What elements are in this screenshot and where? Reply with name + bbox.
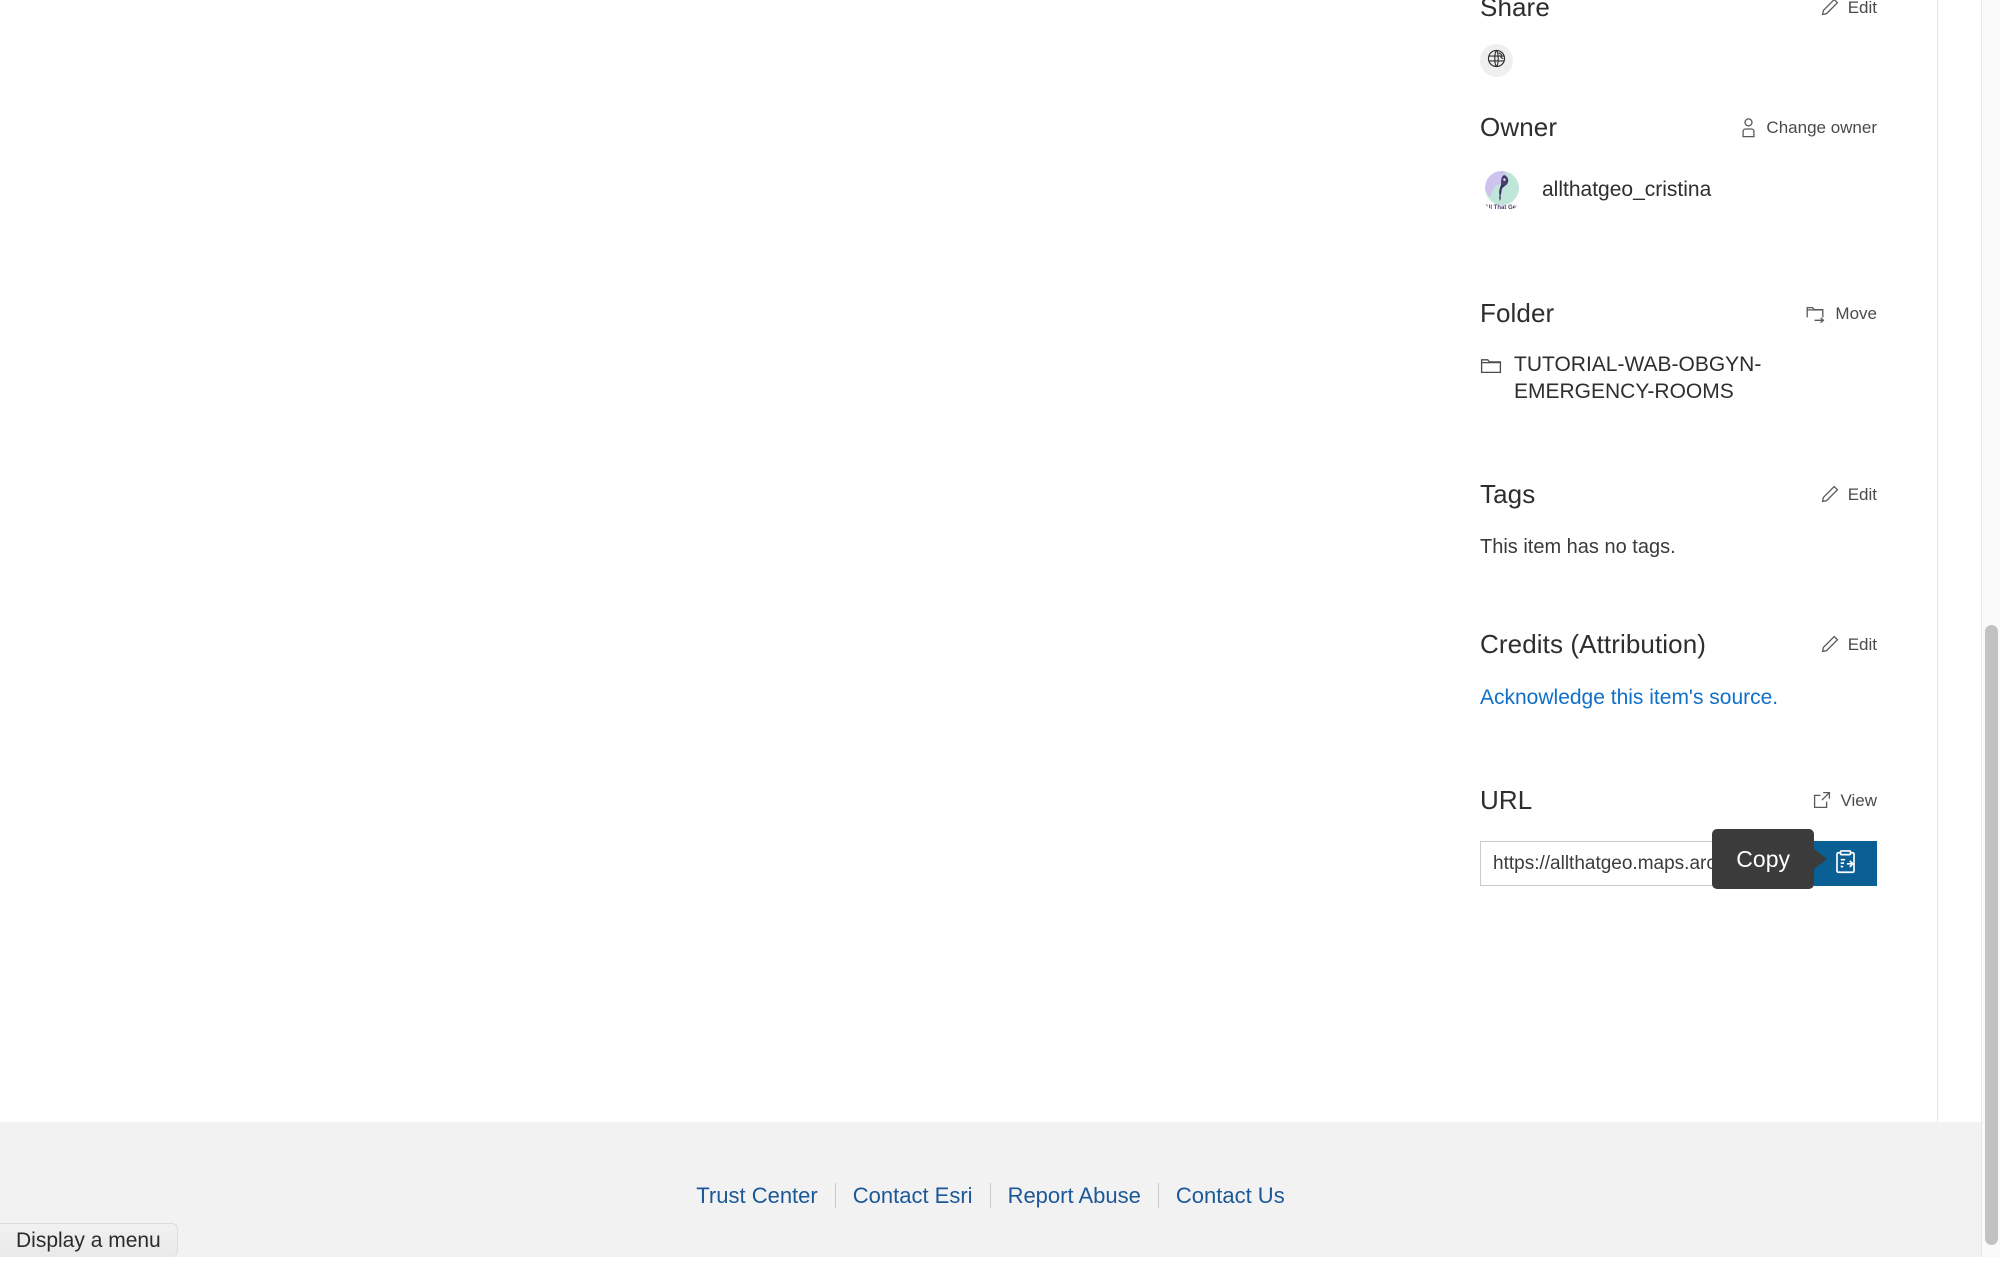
view-url-label: View (1840, 792, 1877, 809)
credits-section: Credits (Attribution) Edit Acknowledge t… (1480, 627, 1877, 713)
acknowledge-source-link[interactable]: Acknowledge this item's source. (1480, 686, 1778, 709)
footer-links: Trust Center Contact Esri Report Abuse C… (679, 1183, 1301, 1209)
tags-header: Tags Edit (1480, 477, 1877, 511)
pencil-icon (1820, 0, 1840, 17)
share-title: Share (1480, 0, 1550, 24)
owner-row[interactable]: All That Geo allthatgeo_cristina (1480, 168, 1877, 212)
main-content-area (0, 0, 1460, 1122)
page-footer: Trust Center Contact Esri Report Abuse C… (0, 1122, 1981, 1269)
folder-title: Folder (1480, 296, 1554, 330)
folder-move-icon (1805, 303, 1827, 323)
move-folder-button[interactable]: Move (1805, 303, 1877, 323)
footer-link-contact-us[interactable]: Contact Us (1159, 1183, 1302, 1209)
share-edit-label: Edit (1848, 0, 1877, 16)
item-details-side-panel: Share Edit (1460, 0, 1937, 1122)
pencil-icon (1820, 634, 1840, 654)
viewport-bottom-strip (0, 1257, 2000, 1269)
url-section: URL View (1480, 783, 1877, 886)
url-title: URL (1480, 783, 1532, 817)
owner-title: Owner (1480, 110, 1557, 144)
svg-text:All That Geo: All That Geo (1484, 205, 1520, 211)
folder-section: Folder Move (1480, 296, 1877, 406)
owner-header: Owner Change owner (1480, 110, 1877, 144)
vertical-scrollbar-thumb[interactable] (1985, 625, 1998, 1245)
copy-tooltip: Copy (1712, 829, 1814, 889)
share-header: Share Edit (1480, 0, 1877, 24)
share-edit-button[interactable]: Edit (1820, 0, 1877, 17)
tags-empty-text: This item has no tags. (1480, 533, 1877, 562)
credits-title: Credits (Attribution) (1480, 627, 1706, 661)
share-section: Share Edit (1480, 0, 1877, 77)
footer-link-report-abuse[interactable]: Report Abuse (991, 1183, 1158, 1209)
folder-name: TUTORIAL-WAB-OBGYN-EMERGENCY-ROOMS (1514, 352, 1877, 406)
folder-icon (1480, 352, 1502, 380)
change-owner-label: Change owner (1766, 119, 1877, 136)
view-url-button[interactable]: View (1812, 790, 1877, 810)
globe-icon (1486, 48, 1507, 74)
credits-edit-button[interactable]: Edit (1820, 634, 1877, 654)
pencil-icon (1820, 484, 1840, 504)
owner-section: Owner Change owner (1480, 110, 1877, 212)
browser-status-bar: Display a menu (0, 1223, 178, 1257)
vertical-scrollbar-track[interactable] (1981, 0, 2000, 1269)
footer-link-contact-esri[interactable]: Contact Esri (836, 1183, 990, 1209)
clipboard-copy-icon (1832, 849, 1859, 879)
footer-link-trust-center[interactable]: Trust Center (679, 1183, 834, 1209)
user-icon (1739, 117, 1758, 138)
item-details-page: Share Edit (0, 0, 2000, 1269)
external-link-icon (1812, 790, 1832, 810)
url-header: URL View (1480, 783, 1877, 817)
owner-name: allthatgeo_cristina (1542, 178, 1711, 202)
folder-header: Folder Move (1480, 296, 1877, 330)
tags-edit-label: Edit (1848, 486, 1877, 503)
tags-section: Tags Edit This item has no tags. (1480, 477, 1877, 562)
tags-edit-button[interactable]: Edit (1820, 484, 1877, 504)
panel-divider (1937, 0, 1938, 1122)
credits-header: Credits (Attribution) Edit (1480, 627, 1877, 661)
change-owner-button[interactable]: Change owner (1739, 117, 1877, 138)
browser-status-text: Display a menu (16, 1229, 161, 1253)
folder-row[interactable]: TUTORIAL-WAB-OBGYN-EMERGENCY-ROOMS (1480, 352, 1877, 406)
url-control: Copy (1480, 841, 1877, 886)
credits-edit-label: Edit (1848, 636, 1877, 653)
tags-title: Tags (1480, 477, 1535, 511)
avatar: All That Geo (1480, 168, 1524, 212)
share-level-badge[interactable] (1480, 44, 1513, 77)
move-folder-label: Move (1835, 305, 1877, 322)
